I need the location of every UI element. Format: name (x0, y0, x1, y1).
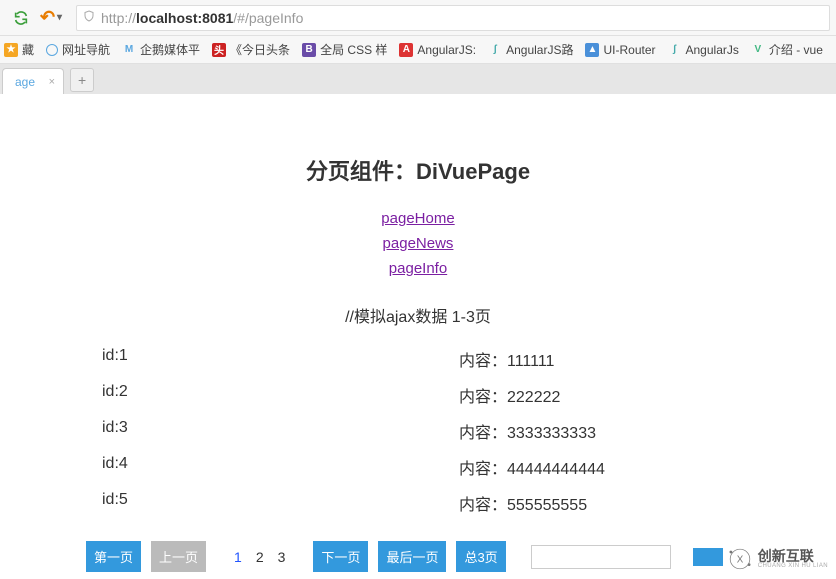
content-cell: 内容：3333333333 (381, 419, 738, 443)
undo-icon[interactable]: ↶▾ (40, 7, 62, 29)
tab-label: age (15, 75, 35, 89)
go-button[interactable] (693, 548, 723, 566)
globe-icon (46, 44, 58, 56)
id-cell: id:4 (98, 455, 381, 479)
page-numbers: 123 (234, 549, 285, 565)
star-icon: ★ (4, 43, 18, 57)
vue-icon: V (751, 43, 765, 57)
id-cell: id:2 (98, 383, 381, 407)
data-row: id:2内容：222222 (98, 377, 738, 413)
content-cell: 内容：44444444444 (381, 455, 738, 479)
bookmark-nav[interactable]: 网址导航 (46, 41, 110, 58)
bookmark-favorites[interactable]: ★藏 (4, 41, 34, 58)
watermark-logo: X 创新互联 CHUANG XIN HU LIAN (726, 545, 828, 573)
bootstrap-icon: B (302, 43, 316, 57)
link-pagenews[interactable]: pageNews (383, 235, 454, 252)
data-list: id:1内容：111111id:2内容：222222id:3内容：3333333… (98, 341, 738, 521)
page-content: 分页组件：DiVuePage pageHome pageNews pageInf… (0, 94, 836, 572)
bookmark-toutiao[interactable]: 头《今日头条 (212, 41, 290, 58)
qq-icon: M (122, 43, 136, 57)
watermark-main: 创新互联 (758, 549, 828, 563)
next-page-button[interactable]: 下一页 (313, 541, 368, 572)
id-cell: id:5 (98, 491, 381, 515)
content-cell: 内容：111111 (381, 347, 738, 371)
close-icon[interactable]: × (49, 76, 55, 88)
content-cell: 内容：555555555 (381, 491, 738, 515)
bookmark-vue[interactable]: V介绍 - vue (751, 41, 823, 58)
uirouter-icon: ▲ (585, 43, 599, 57)
shield-icon (83, 9, 95, 26)
toutiao-icon: 头 (212, 43, 226, 57)
bookmark-angularjs2[interactable]: ʃAngularJs (668, 43, 739, 57)
id-cell: id:3 (98, 419, 381, 443)
bookmark-ui-router[interactable]: ▲UI-Router (585, 43, 655, 57)
svg-text:X: X (737, 555, 744, 566)
bookmarks-bar: ★藏 网址导航 M企鹅媒体平 头《今日头条 B全局 CSS 样 AAngular… (0, 36, 836, 64)
refresh-icon[interactable] (10, 7, 32, 29)
page-title: 分页组件：DiVuePage (0, 154, 836, 186)
js-icon: ʃ (668, 43, 682, 57)
url-text: http://localhost:8081/#/pageInfo (101, 10, 303, 26)
angular-icon: A (399, 43, 413, 57)
link-pageinfo[interactable]: pageInfo (389, 260, 447, 277)
bookmark-angularjs[interactable]: AAngularJS: (399, 43, 476, 57)
bookmark-css[interactable]: B全局 CSS 样 (302, 41, 387, 58)
data-row: id:3内容：3333333333 (98, 413, 738, 449)
page-number[interactable]: 1 (234, 549, 242, 565)
content-cell: 内容：222222 (381, 383, 738, 407)
new-tab-button[interactable]: + (70, 68, 94, 92)
total-pages-label[interactable]: 总3页 (456, 541, 505, 572)
pagination: 第一页 上一页 123 下一页 最后一页 总3页 (0, 541, 836, 572)
ajax-note: //模拟ajax数据 1-3页 (0, 303, 836, 327)
link-pagehome[interactable]: pageHome (381, 210, 454, 227)
first-page-button[interactable]: 第一页 (86, 541, 141, 572)
browser-toolbar: ↶▾ http://localhost:8081/#/pageInfo (0, 0, 836, 36)
undo-dropdown-caret: ▾ (57, 12, 62, 23)
last-page-button[interactable]: 最后一页 (378, 541, 446, 572)
tab-active[interactable]: age × (2, 68, 64, 94)
page-number[interactable]: 3 (278, 549, 286, 565)
prev-page-button[interactable]: 上一页 (151, 541, 206, 572)
watermark-sub: CHUANG XIN HU LIAN (758, 563, 828, 569)
url-bar[interactable]: http://localhost:8081/#/pageInfo (76, 5, 830, 31)
bookmark-qq-media[interactable]: M企鹅媒体平 (122, 41, 200, 58)
js-icon: ʃ (488, 43, 502, 57)
bookmark-angular-route[interactable]: ʃAngularJS路 (488, 41, 573, 58)
id-cell: id:1 (98, 347, 381, 371)
page-jump-input[interactable] (531, 545, 671, 569)
data-row: id:1内容：111111 (98, 341, 738, 377)
data-row: id:5内容：555555555 (98, 485, 738, 521)
page-number[interactable]: 2 (256, 549, 264, 565)
nav-links: pageHome pageNews pageInfo (0, 206, 836, 281)
data-row: id:4内容：44444444444 (98, 449, 738, 485)
tab-row: age × + (0, 64, 836, 94)
